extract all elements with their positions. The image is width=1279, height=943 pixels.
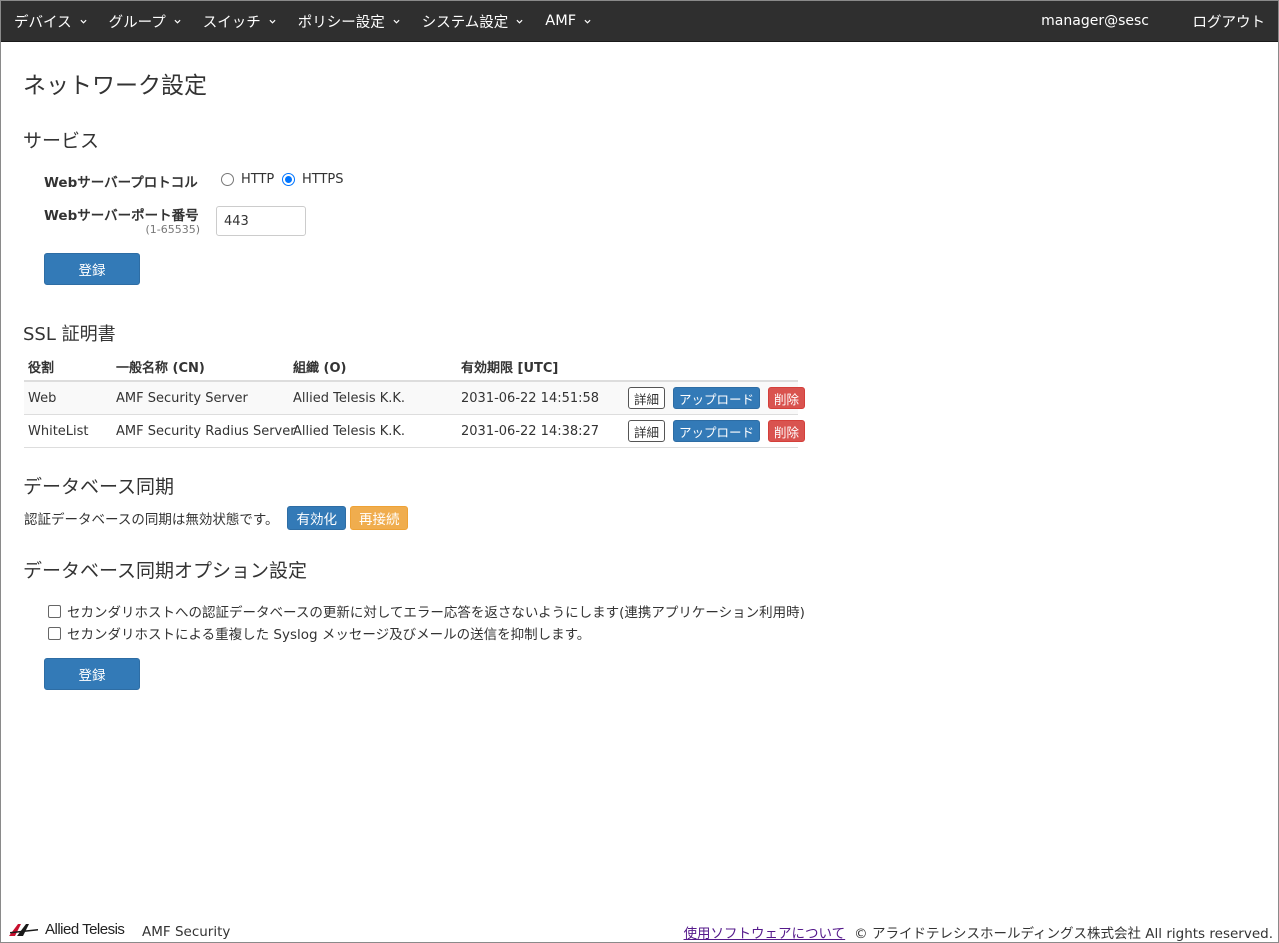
db-sync-heading: データベース同期: [23, 476, 175, 498]
delete-button[interactable]: 削除: [768, 420, 806, 442]
product-name: AMF Security: [142, 924, 231, 940]
current-user[interactable]: manager@sesc: [1041, 0, 1149, 42]
logout-link[interactable]: ログアウト: [1193, 0, 1266, 42]
db-sync-status: 認証データベースの同期は無効状態です。 有効化 再接続: [24, 506, 409, 530]
menu-devices[interactable]: デバイス: [14, 11, 87, 32]
page-title: ネットワーク設定: [23, 73, 207, 99]
reconnect-button[interactable]: 再接続: [349, 506, 409, 530]
radio-https-control[interactable]: [282, 173, 295, 186]
chevron-down-icon: [80, 19, 87, 24]
delete-button[interactable]: 削除: [768, 387, 806, 409]
menu-label: グループ: [108, 14, 166, 31]
suppress-error-checkbox[interactable]: [48, 604, 61, 618]
cell-cn: AMF Security Server: [116, 390, 248, 406]
web-port-hint: (1-65535): [145, 223, 200, 236]
cell-org: Allied Telesis K.K.: [293, 423, 406, 439]
radio-https[interactable]: HTTPS: [282, 172, 344, 187]
radio-http-control[interactable]: [221, 173, 234, 186]
col-expires: 有効期限 [UTC]: [461, 360, 559, 376]
db-sync-status-text: 認証データベースの同期は無効状態です。: [24, 512, 279, 528]
row-actions: 詳細 アップロード 削除: [628, 382, 813, 414]
main-menu: デバイス グループ スイッチ ポリシー設定 システム設定 AMF: [14, 0, 613, 42]
chevron-down-icon: [584, 19, 591, 24]
web-port-label: Webサーバーポート番号: [44, 208, 199, 224]
table-row: Web AMF Security Server Allied Telesis K…: [24, 382, 806, 415]
cell-org: Allied Telesis K.K.: [293, 390, 406, 406]
allied-telesis-logo: Allied Telesis: [8, 921, 125, 938]
footer-right: 使用ソフトウェアについて © アライドテレシスホールディングス株式会社 All …: [684, 922, 1273, 942]
menu-system-settings[interactable]: システム設定: [422, 11, 524, 32]
ssl-heading: SSL 証明書: [23, 324, 116, 345]
upload-button[interactable]: アップロード: [673, 387, 761, 409]
col-role: 役割: [28, 360, 55, 376]
option-label: セカンダリホストによる重複した Syslog メッセージ及びメールの送信を抑制し…: [67, 627, 591, 643]
row-actions: 詳細 アップロード 削除: [628, 415, 813, 447]
cell-expires: 2031-06-22 14:51:58: [461, 390, 600, 406]
window-border: [0, 0, 1279, 943]
detail-button[interactable]: 詳細: [628, 420, 666, 442]
software-info-link[interactable]: 使用ソフトウェアについて: [684, 922, 846, 942]
option-label: セカンダリホストへの認証データベースの更新に対してエラー応答を返さないようにしま…: [67, 605, 805, 621]
db-options-heading: データベース同期オプション設定: [23, 560, 308, 582]
col-cn: 一般名称 (CN): [116, 360, 205, 376]
top-navbar: デバイス グループ スイッチ ポリシー設定 システム設定 AMF manager…: [0, 0, 1279, 42]
radio-http[interactable]: HTTP: [221, 172, 274, 187]
web-port-input[interactable]: 443: [216, 206, 306, 236]
detail-button[interactable]: 詳細: [628, 387, 666, 409]
menu-label: デバイス: [14, 14, 72, 31]
chevron-down-icon: [269, 19, 276, 24]
menu-label: AMF: [545, 13, 577, 29]
web-protocol-label: Webサーバープロトコル: [44, 175, 198, 191]
table-header: 役割 一般名称 (CN) 組織 (O) 有効期限 [UTC]: [24, 352, 798, 382]
option-suppress-error[interactable]: セカンダリホストへの認証データベースの更新に対してエラー応答を返さないようにしま…: [48, 601, 805, 621]
enable-sync-button[interactable]: 有効化: [287, 506, 346, 530]
table-row: WhiteList AMF Security Radius Server All…: [24, 415, 806, 448]
menu-label: スイッチ: [202, 14, 261, 31]
chevron-down-icon: [516, 19, 523, 24]
cell-expires: 2031-06-22 14:38:27: [461, 423, 600, 439]
menu-switches[interactable]: スイッチ: [203, 11, 276, 32]
chevron-down-icon: [174, 19, 181, 24]
menu-groups[interactable]: グループ: [109, 11, 181, 32]
copyright: © アライドテレシスホールディングス株式会社 All rights reserv…: [854, 926, 1273, 942]
menu-label: ポリシー設定: [297, 14, 385, 31]
suppress-duplicate-checkbox[interactable]: [48, 626, 61, 640]
service-submit-button[interactable]: 登録: [44, 253, 140, 285]
logo-text: Allied Telesis: [45, 921, 125, 938]
col-org: 組織 (O): [293, 360, 347, 376]
service-heading: サービス: [23, 130, 100, 152]
cell-cn: AMF Security Radius Server: [116, 423, 296, 439]
menu-policy-settings[interactable]: ポリシー設定: [298, 11, 400, 32]
radio-http-label: HTTP: [241, 172, 275, 187]
chevron-down-icon: [393, 19, 400, 24]
ssl-certificate-table: 役割 一般名称 (CN) 組織 (O) 有効期限 [UTC] Web AMF S…: [24, 352, 806, 448]
cell-role: WhiteList: [28, 423, 89, 439]
logo-mark-icon: [9, 923, 38, 936]
upload-button[interactable]: アップロード: [673, 420, 761, 442]
footer: Allied Telesis AMF Security 使用ソフトウェアについて…: [0, 915, 1279, 943]
menu-amf[interactable]: AMF: [545, 13, 591, 29]
option-suppress-duplicate[interactable]: セカンダリホストによる重複した Syslog メッセージ及びメールの送信を抑制し…: [48, 623, 590, 643]
db-options-submit-button[interactable]: 登録: [44, 658, 140, 690]
radio-https-label: HTTPS: [302, 172, 344, 187]
cell-role: Web: [28, 390, 57, 406]
menu-label: システム設定: [421, 14, 509, 31]
